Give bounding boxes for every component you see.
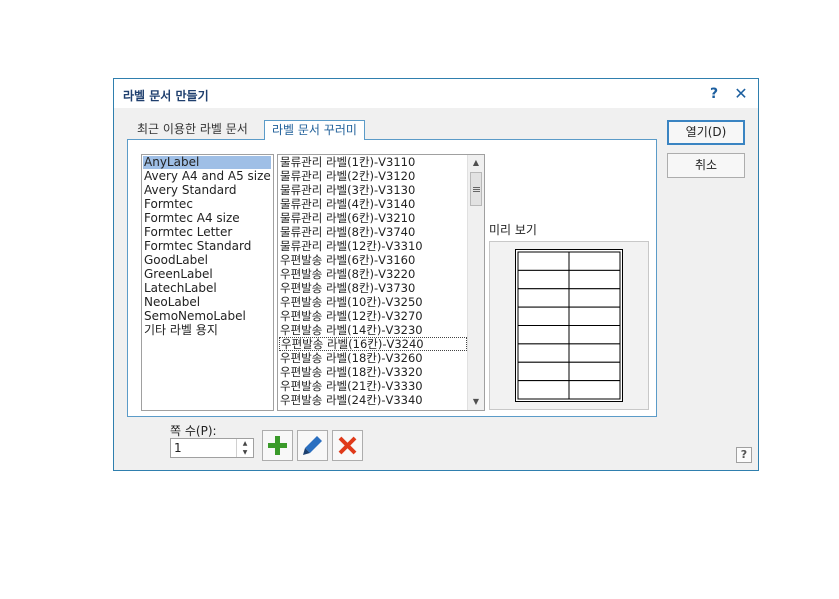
preview-box (489, 241, 649, 410)
help-button[interactable]: ? (704, 84, 724, 104)
edit-icon (303, 436, 322, 455)
manufacturer-item[interactable]: Formtec Standard (142, 239, 273, 253)
preview-label: 미리 보기 (489, 223, 537, 237)
label-type-item[interactable]: 우편발송 라벨(24칸)-V3340 (278, 393, 468, 407)
manufacturer-item[interactable]: AnyLabel (143, 156, 271, 169)
add-icon (268, 436, 287, 455)
label-type-list[interactable]: 물류관리 라벨(1칸)-V3110 물류관리 라벨(2칸)-V3120 물류관리 라… (277, 154, 485, 411)
tab-recent-labels[interactable]: 최근 이용한 라벨 문서 (130, 120, 255, 140)
manufacturer-item[interactable]: Avery Standard (142, 183, 273, 197)
page-count-label: 쪽 수(P): (170, 424, 217, 438)
label-type-item[interactable]: 우편발송 라벨(12칸)-V3270 (278, 309, 468, 323)
preview-label-cell (517, 325, 570, 345)
preview-label-cell (568, 288, 621, 308)
manufacturer-item[interactable]: GreenLabel (142, 267, 273, 281)
label-list-scrollbar[interactable]: ▲ ▼ (467, 155, 484, 410)
scroll-up-arrow-icon[interactable]: ▲ (468, 155, 484, 171)
label-type-item[interactable]: 물류관리 라벨(3칸)-V3130 (278, 183, 468, 197)
cancel-button[interactable]: 취소 (667, 153, 745, 178)
preview-label-cell (568, 380, 621, 400)
preview-label-cell (517, 361, 570, 382)
preview-label-cell (517, 343, 570, 363)
tab-label-collection[interactable]: 라벨 문서 꾸러미 (264, 120, 365, 140)
label-type-item[interactable]: 우편발송 라벨(8칸)-V3220 (278, 267, 468, 281)
open-button[interactable]: 열기(D) (667, 120, 745, 145)
preview-label-cell (568, 269, 621, 290)
manufacturer-item[interactable]: Formtec Letter (142, 225, 273, 239)
preview-label-cell (517, 269, 570, 290)
label-type-item[interactable]: 우편발송 라벨(16칸)-V3240 (279, 337, 467, 351)
close-button[interactable]: ✕ (731, 84, 751, 104)
preview-label-cell (568, 343, 621, 363)
label-type-item[interactable]: 물류관리 라벨(2칸)-V3120 (278, 169, 468, 183)
scroll-down-arrow-icon[interactable]: ▼ (468, 394, 484, 410)
manufacturer-item[interactable]: Formtec (142, 197, 273, 211)
label-type-item[interactable]: 물류관리 라벨(6칸)-V3210 (278, 211, 468, 225)
title-bar: 라벨 문서 만들기 ? ✕ (114, 79, 758, 108)
label-sheet-preview (515, 249, 623, 402)
preview-label-cell (568, 361, 621, 382)
edit-label-button[interactable] (297, 430, 328, 461)
label-type-item[interactable]: 물류관리 라벨(1칸)-V3110 (278, 155, 468, 169)
tab-panel: AnyLabel Avery A4 and A5 size Avery Standa… (127, 139, 657, 417)
spin-up-icon[interactable]: ▲ (237, 439, 253, 448)
preview-label-cell (517, 380, 570, 400)
preview-label-cell (517, 251, 570, 271)
preview-label-cell (568, 251, 621, 271)
manufacturer-list[interactable]: AnyLabel Avery A4 and A5 size Avery Standa… (141, 154, 274, 411)
preview-label-cell (568, 325, 621, 345)
manufacturer-item[interactable]: SemoNemoLabel (142, 309, 273, 323)
manufacturer-item[interactable]: Avery A4 and A5 size (142, 169, 273, 183)
label-document-dialog: 라벨 문서 만들기 ? ✕ 최근 이용한 라벨 문서 라벨 문서 꾸러미 Any… (113, 78, 759, 471)
label-type-item[interactable]: 물류관리 라벨(12칸)-V3310 (278, 239, 468, 253)
label-type-item[interactable]: 우편발송 라벨(21칸)-V3330 (278, 379, 468, 393)
corner-help-button[interactable]: ? (736, 447, 752, 463)
label-type-item[interactable]: 우편발송 라벨(6칸)-V3160 (278, 253, 468, 267)
manufacturer-item[interactable]: GoodLabel (142, 253, 273, 267)
scroll-thumb[interactable] (470, 172, 482, 206)
manufacturer-item[interactable]: NeoLabel (142, 295, 273, 309)
label-type-item[interactable]: 물류관리 라벨(4칸)-V3140 (278, 197, 468, 211)
add-label-button[interactable] (262, 430, 293, 461)
dialog-title: 라벨 문서 만들기 (123, 89, 209, 103)
delete-icon (338, 436, 357, 455)
page-count-value[interactable]: 1 (174, 441, 182, 455)
spin-down-icon[interactable]: ▼ (237, 448, 253, 457)
preview-label-cell (568, 306, 621, 326)
label-type-item[interactable]: 우편발송 라벨(18칸)-V3260 (278, 351, 468, 365)
preview-label-cell (517, 288, 570, 308)
label-type-item[interactable]: 우편발송 라벨(14칸)-V3230 (278, 323, 468, 337)
label-type-item[interactable]: 우편발송 라벨(8칸)-V3730 (278, 281, 468, 295)
manufacturer-item[interactable]: LatechLabel (142, 281, 273, 295)
preview-label-cell (517, 306, 570, 326)
label-type-item[interactable]: 우편발송 라벨(10칸)-V3250 (278, 295, 468, 309)
manufacturer-item[interactable]: 기타 라벨 용지 (142, 323, 273, 337)
page-count-spinner[interactable]: 1 ▲ ▼ (170, 438, 254, 458)
label-type-item[interactable]: 우편발송 라벨(18칸)-V3320 (278, 365, 468, 379)
delete-label-button[interactable] (332, 430, 363, 461)
label-type-item[interactable]: 물류관리 라벨(8칸)-V3740 (278, 225, 468, 239)
manufacturer-item[interactable]: Formtec A4 size (142, 211, 273, 225)
